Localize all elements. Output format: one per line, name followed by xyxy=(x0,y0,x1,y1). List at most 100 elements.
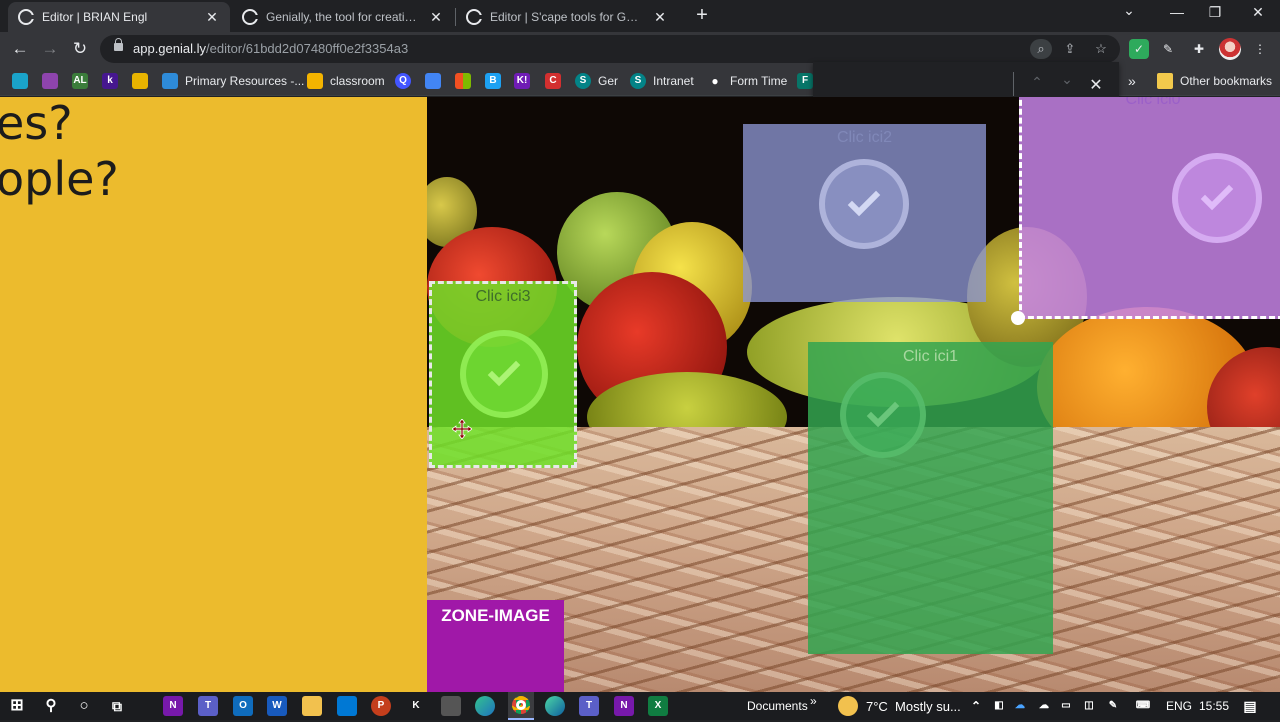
close-window-button[interactable]: ✕ xyxy=(1238,4,1278,21)
reload-button[interactable]: ↻ xyxy=(68,37,92,61)
search-icon[interactable]: ⚲ xyxy=(41,696,61,716)
close-tab-icon[interactable]: ✕ xyxy=(428,9,444,26)
find-next-button[interactable]: ⌄ xyxy=(1057,71,1077,88)
extension-pen-icon[interactable]: ✎ xyxy=(1158,39,1178,59)
weather-sun-icon[interactable] xyxy=(838,696,858,716)
edge-dev-icon[interactable] xyxy=(545,696,565,716)
bookmark-form-time[interactable]: ● Form Time xyxy=(707,71,787,91)
lock-icon[interactable] xyxy=(114,38,123,51)
bookmark-kahoot[interactable]: K! xyxy=(514,71,537,91)
bookmark-b[interactable]: B xyxy=(485,71,508,91)
teams-2-icon[interactable]: T xyxy=(579,696,599,716)
purple-app-icon xyxy=(42,73,58,89)
bookmark-al[interactable]: AL xyxy=(72,71,95,91)
extension-green-icon[interactable]: ✓ xyxy=(1129,39,1149,59)
restore-button[interactable]: ❐ xyxy=(1195,4,1235,21)
extensions-puzzle-icon[interactable]: ✚ xyxy=(1189,39,1209,59)
battery-icon[interactable]: ▭ xyxy=(1056,696,1076,716)
slide-yellow-panel[interactable]: es? ople? xyxy=(0,97,427,692)
bookmark-k[interactable]: k xyxy=(102,71,125,91)
language-indicator[interactable]: ENG xyxy=(1166,699,1192,713)
excel-icon[interactable]: X xyxy=(648,696,668,716)
question-text[interactable]: es? ople? xyxy=(0,97,119,207)
notifications-icon[interactable]: ▤ xyxy=(1240,696,1260,716)
bookmark-seesaw[interactable] xyxy=(12,71,35,91)
tab-title: Editor | BRIAN Engl xyxy=(42,10,148,24)
file-explorer-icon[interactable] xyxy=(302,696,322,716)
translate-icon xyxy=(425,73,441,89)
hotspot-clic-ici3[interactable]: Clic ici3 xyxy=(429,281,577,468)
bookmark-star-icon[interactable]: ☆ xyxy=(1090,39,1112,59)
new-tab-button[interactable]: + xyxy=(690,4,714,27)
bookmark-c[interactable]: C xyxy=(545,71,568,91)
onedrive-icon[interactable]: ☁ xyxy=(1010,696,1030,716)
bookmark-microsoft[interactable] xyxy=(455,71,478,91)
hotspot-clic-ici2[interactable]: Clic ici2 xyxy=(743,124,986,302)
hotspot-clic-ici1[interactable]: Clic ici1 xyxy=(808,342,1053,654)
bookmark-primary-resources[interactable]: Primary Resources -... xyxy=(162,71,304,91)
bookmark-ger[interactable]: S Ger xyxy=(575,71,618,91)
clock[interactable]: 15:55 xyxy=(1199,699,1229,713)
find-close-button[interactable]: ✕ xyxy=(1086,75,1106,95)
tab-title: Editor | S'cape tools for Genially xyxy=(490,10,644,24)
minimize-button[interactable]: — xyxy=(1157,4,1197,20)
hotspot-label: Clic ici3 xyxy=(475,288,531,305)
tab-search-button[interactable]: ⌄ xyxy=(1109,2,1149,19)
zone-image-block[interactable]: ZONE-IMAGE xyxy=(427,600,564,692)
back-button[interactable]: ← xyxy=(8,37,32,61)
onedrive-2-icon[interactable]: ☁ xyxy=(1034,696,1054,716)
resize-handle[interactable] xyxy=(1011,311,1025,325)
bookmark-translate[interactable] xyxy=(425,71,448,91)
bookmark-yellow-app[interactable] xyxy=(132,71,155,91)
hotspot-clic-ici0[interactable]: Clic ici0 xyxy=(1011,97,1280,325)
edge-icon[interactable] xyxy=(475,696,495,716)
onenote-2-icon[interactable]: N xyxy=(614,696,634,716)
tab-genially-tool[interactable]: Genially, the tool for creating inte ✕ xyxy=(232,2,454,32)
word-icon[interactable]: W xyxy=(267,696,287,716)
bookmarks-overflow-button[interactable]: » xyxy=(1128,71,1136,91)
task-view-icon[interactable]: ⧉ xyxy=(107,696,127,716)
bookmark-label: Primary Resources -... xyxy=(185,74,305,88)
bookmark-purple-app[interactable] xyxy=(42,71,65,91)
keyboard-icon[interactable]: ⌨ xyxy=(1133,696,1153,716)
powerpoint-icon[interactable]: P xyxy=(371,696,391,716)
tray-chevron-icon[interactable]: ⌃ xyxy=(966,696,986,716)
toolbar-overflow[interactable]: » xyxy=(810,694,817,708)
weather-text[interactable]: 7°C Mostly su... xyxy=(866,699,961,714)
find-previous-button[interactable]: ⌃ xyxy=(1027,74,1047,91)
onenote-icon[interactable]: N xyxy=(163,696,183,716)
tab-editor-brian[interactable]: Editor | BRIAN Engl ✕ xyxy=(8,2,230,32)
bookmark-label: Other bookmarks xyxy=(1180,74,1273,88)
kahoot-k-icon[interactable]: K xyxy=(406,696,426,716)
teams-icon[interactable]: T xyxy=(198,696,218,716)
address-bar[interactable]: app.genial.ly/editor/61bdd2d07480ff0e2f3… xyxy=(100,35,1120,63)
windows-start-icon[interactable]: ⊞ xyxy=(7,696,27,716)
store-icon[interactable] xyxy=(337,696,357,716)
chrome-icon[interactable] xyxy=(508,692,534,720)
other-bookmarks[interactable]: Other bookmarks xyxy=(1157,71,1272,91)
chrome-logo-icon xyxy=(512,696,530,714)
browser-toolbar: ← → ↻ app.genial.ly/editor/61bdd2d07480f… xyxy=(0,32,1280,66)
profile-avatar[interactable] xyxy=(1219,38,1241,60)
tab-scape-tools[interactable]: Editor | S'cape tools for Genially ✕ xyxy=(456,2,678,32)
tab-strip: Editor | BRIAN Engl ✕ Genially, the tool… xyxy=(0,0,1280,32)
cortana-icon[interactable]: ○ xyxy=(74,696,94,716)
url-text[interactable]: app.genial.ly/editor/61bdd2d07480ff0e2f3… xyxy=(133,41,408,56)
bookmark-classroom[interactable]: classroom xyxy=(307,71,385,91)
app-shield-icon[interactable] xyxy=(441,696,461,716)
pen-icon[interactable]: ✎ xyxy=(1103,696,1123,716)
more-menu-icon[interactable]: ⋮ xyxy=(1250,39,1270,59)
share-icon[interactable]: ⇪ xyxy=(1059,39,1081,59)
close-tab-icon[interactable]: ✕ xyxy=(652,9,668,26)
genially-favicon-icon xyxy=(242,9,258,25)
bookmark-quizlet[interactable]: Q xyxy=(395,71,418,91)
forward-button[interactable]: → xyxy=(38,37,62,61)
tray-app-icon[interactable]: ◧ xyxy=(989,696,1009,716)
close-tab-icon[interactable]: ✕ xyxy=(204,9,220,26)
google-lens-icon[interactable]: ⌕ xyxy=(1030,39,1052,59)
bookmark-intranet[interactable]: S Intranet xyxy=(630,71,694,91)
documents-toolbar-label[interactable]: Documents xyxy=(747,699,808,713)
network-icon[interactable]: ◫ xyxy=(1079,696,1099,716)
classroom-icon xyxy=(307,73,323,89)
outlook-icon[interactable]: O xyxy=(233,696,253,716)
